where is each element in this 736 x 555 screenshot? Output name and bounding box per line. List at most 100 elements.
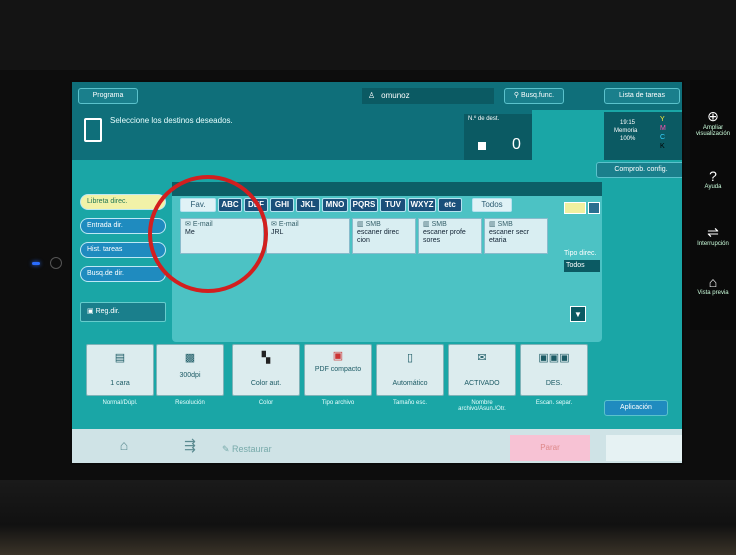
grid-view-icon[interactable] [564,202,586,214]
scan-size-label: Tamaño esc. [392,400,428,406]
smb-icon: ▥ [357,221,366,228]
interrupt-label: Interrupción [697,241,729,247]
restore-button[interactable]: ✎ Restaurar [222,439,322,459]
top-bar: Programa ♙ omunoz ⚲ Busq.func. Lista de t… [72,82,682,110]
user-icon: ♙ [368,91,376,100]
duplex-icon: ▤ [114,352,126,364]
zoom-display-label: Ampliar visualización [695,125,731,137]
status-led [32,262,40,265]
resolution-value: 300dpi [179,372,201,379]
preview-key[interactable]: ⌂ Vista previa [690,274,736,296]
address-type-label: Tipo direc. [564,250,597,257]
stop-button[interactable]: Parar [510,435,590,461]
application-button[interactable]: Aplicación [604,400,668,416]
pdf-icon: ▣ [332,350,344,362]
file-type-value: PDF compacto [314,366,362,373]
file-type-label: Tipo archivo [321,400,355,406]
memory-percent: 100% [620,136,636,142]
memory-label: Memoria [614,128,638,134]
tab-mno[interactable]: MNO [322,198,348,212]
pencil-icon: ✎ [222,444,233,454]
help-icon: ? [709,168,717,184]
separate-scan-label: Escan. separ. [535,400,573,406]
help-key[interactable]: ? Ayuda [690,168,736,190]
user-field[interactable]: ♙ omunoz [362,88,494,104]
destination-item[interactable]: ✉ E-mail JRL [266,218,350,254]
page-icon: ▯ [406,352,414,364]
document-icon [84,118,102,142]
register-address-label: Reg.dir. [95,308,120,315]
color-key[interactable]: ▚ Color aut. [232,344,300,396]
scan-size-value: Automático [392,380,428,387]
tab-tuv[interactable]: TUV [380,198,406,212]
smb-icon: ▥ [423,221,432,228]
resolution-key[interactable]: ▩ 300dpi [156,344,224,396]
resolution-label: Resolución [175,400,205,406]
tab-pqrs[interactable]: PQRS [350,198,378,212]
function-search-button[interactable]: ⚲ Busq.func. [504,88,564,104]
destination-item[interactable]: ▥ SMB escaner secr etaria [484,218,548,254]
destination-type: ▥ SMB [357,221,381,228]
tab-ghi[interactable]: GHI [270,198,294,212]
program-button[interactable]: Programa [78,88,138,104]
tab-jkl[interactable]: JKL [296,198,320,212]
search-icon: ⚲ [513,92,521,99]
bottom-bar: ⌂ ⇶ ✎ Restaurar Parar [72,429,682,463]
scan-size-key[interactable]: ▯ Automático [376,344,444,396]
duplex-key[interactable]: ▤ 1 cara [86,344,154,396]
home-icon[interactable]: ⌂ [104,437,144,459]
destination-name: escaner profe sores [423,229,466,244]
job-list-button[interactable]: Lista de tareas [604,88,680,104]
destination-type: ▥ SMB [489,221,513,228]
user-name: omunoz [381,91,410,100]
mail-icon: ✉ [477,352,487,364]
register-address-button[interactable]: ▣ Reg.dir. [80,302,166,322]
list-icon [478,142,486,150]
register-icon: ▣ [87,308,96,315]
help-label: Ayuda [704,184,722,190]
file-name-value: ACTIVADO [464,380,500,387]
email-icon: ✉ [271,221,279,228]
list-view-icon[interactable] [588,202,600,214]
device-bezel-bottom [0,480,736,555]
tab-wxyz[interactable]: WXYZ [408,198,436,212]
file-name-label: Nombre archivo/Asun./Otr. [458,400,506,412]
device-bezel-top [0,0,736,70]
toner-k: K [660,143,665,150]
resolution-icon: ▩ [184,352,196,364]
destination-type: ✉ E-mail [271,221,299,228]
address-type-select[interactable]: Todos [564,260,600,272]
zoom-display-key[interactable]: ⊕ Ampliar visualización [690,108,736,137]
preview-icon: ⌂ [708,274,718,290]
job-icon[interactable]: ⇶ [170,437,210,459]
interrupt-key[interactable]: ⇌ Interrupción [690,224,736,247]
color-label: Color [258,400,274,406]
destination-name: escaner secr etaria [489,229,530,244]
instruction-message: Seleccione los destinos deseados. [110,116,233,125]
file-name-key[interactable]: ✉ ACTIVADO [448,344,516,396]
tab-etc[interactable]: etc [438,198,462,212]
address-search-button[interactable]: Busq.de dir. [80,266,166,282]
toner-y: Y [660,116,665,123]
power-button[interactable] [50,257,62,269]
side-key-strip: ⊕ Ampliar visualización ? Ayuda ⇌ Interr… [690,80,736,330]
destination-name: JRL [271,229,284,236]
destination-item[interactable]: ▥ SMB escaner profe sores [418,218,482,254]
scroll-down-icon[interactable]: ▼ [570,306,586,322]
file-type-key[interactable]: ▣ PDF compacto [304,344,372,396]
color-icon: ▚ [261,352,271,364]
zoom-in-icon: ⊕ [707,108,719,124]
separate-scan-key[interactable]: ▣▣▣ DES. [520,344,588,396]
separate-scan-icon: ▣▣▣ [538,352,570,364]
duplex-label: Normal/Dúpl. [102,400,138,406]
check-settings-button[interactable]: Comprob. config. [596,162,682,178]
restore-label: Restaurar [232,444,272,454]
destination-item[interactable]: ▥ SMB escaner direc cion [352,218,416,254]
start-button[interactable] [606,435,682,461]
tab-all[interactable]: Todos [472,198,512,212]
color-value: Color aut. [250,380,282,387]
status-box: 19:15 Memoria 100% Y M C K [604,112,682,160]
smb-icon: ▥ [489,221,498,228]
interrupt-icon: ⇌ [707,224,719,240]
destination-count-label: N.º de dest. [468,116,500,122]
